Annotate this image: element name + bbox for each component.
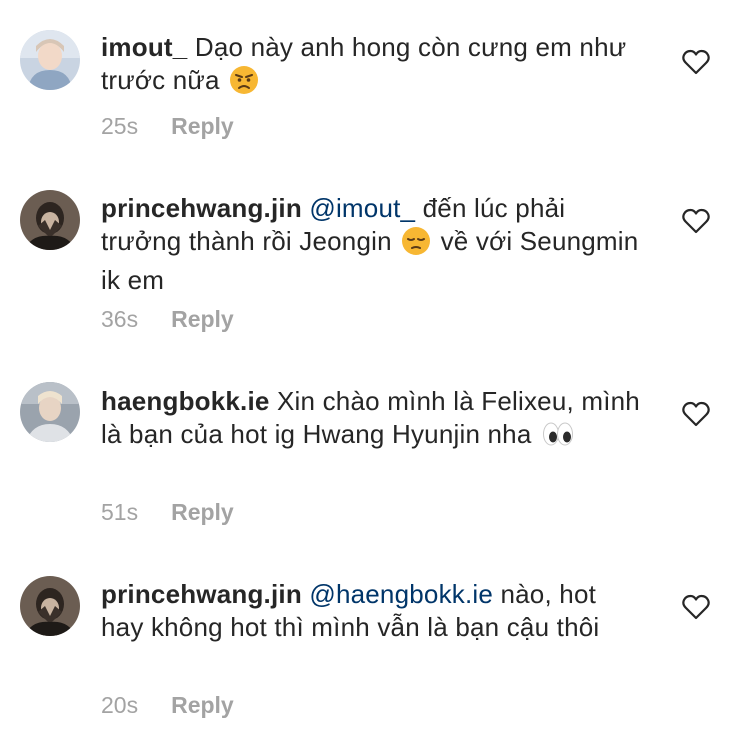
comment-text: haengbokk.ie Xin chào mình là Felixeu, m… xyxy=(101,385,641,457)
comment-text: princehwang.jin @haengbokk.ie nào, hot h… xyxy=(101,578,641,644)
avatar[interactable] xyxy=(20,30,80,90)
comment-timestamp: 36s xyxy=(101,306,139,332)
comment-username[interactable]: princehwang.jin xyxy=(101,193,302,223)
comment-timestamp: 25s xyxy=(101,113,139,139)
comment-timestamp: 51s xyxy=(101,499,139,525)
avatar[interactable] xyxy=(20,576,80,636)
comment-meta: 20s Reply xyxy=(101,692,234,719)
comment-meta: 25s Reply xyxy=(101,113,234,140)
comment-text: princehwang.jin @imout_ đến lúc phải trư… xyxy=(101,192,641,297)
angry-face-icon xyxy=(229,65,259,103)
eyes-icon xyxy=(541,419,575,457)
comment-timestamp: 20s xyxy=(101,692,139,718)
comment-text: imout_ Dạo này anh hong còn cưng em như … xyxy=(101,31,641,103)
mention-link[interactable]: @imout_ xyxy=(309,193,415,223)
reply-button[interactable]: Reply xyxy=(171,692,234,719)
pensive-face-icon xyxy=(401,226,431,264)
comment-meta: 51s Reply xyxy=(101,499,234,526)
comment-username[interactable]: imout_ xyxy=(101,32,187,62)
comment-username[interactable]: haengbokk.ie xyxy=(101,386,270,416)
reply-button[interactable]: Reply xyxy=(171,499,234,526)
avatar[interactable] xyxy=(20,190,80,250)
heart-outline-icon[interactable] xyxy=(682,594,710,620)
comment-username[interactable]: princehwang.jin xyxy=(101,579,302,609)
heart-outline-icon[interactable] xyxy=(682,49,710,75)
avatar[interactable] xyxy=(20,382,80,442)
mention-link[interactable]: @haengbokk.ie xyxy=(309,579,493,609)
comment-meta: 36s Reply xyxy=(101,306,234,333)
heart-outline-icon[interactable] xyxy=(682,401,710,427)
reply-button[interactable]: Reply xyxy=(171,113,234,140)
heart-outline-icon[interactable] xyxy=(682,208,710,234)
reply-button[interactable]: Reply xyxy=(171,306,234,333)
